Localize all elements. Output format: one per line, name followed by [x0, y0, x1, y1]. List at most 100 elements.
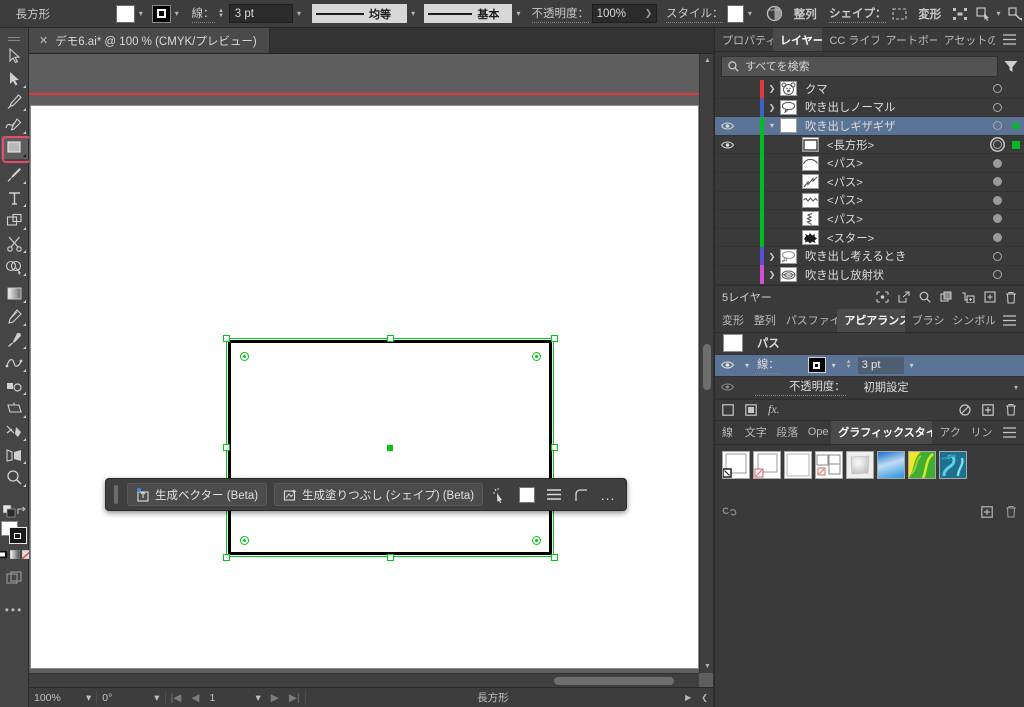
curvature-tool[interactable] — [1, 113, 28, 136]
corner-radius-icon[interactable] — [571, 483, 591, 506]
delete-style-icon[interactable] — [1005, 505, 1017, 518]
layer-target-indicator[interactable] — [986, 177, 1008, 186]
perspective-grid-tool[interactable] — [1, 443, 28, 466]
layer-name-label[interactable]: <パス> — [819, 155, 986, 171]
corner-widget-bottom-left[interactable] — [240, 536, 249, 545]
layers-list[interactable]: ❯クマ❯吹き出しノーマル▾吹き出しギザギザ<長方形><パス><パス><パス><パ… — [715, 80, 1024, 285]
selection-handle-top-center[interactable] — [387, 335, 394, 342]
selection-handle-bottom-right[interactable] — [551, 554, 558, 561]
canvas-horizontal-scrollbar[interactable] — [29, 673, 699, 687]
new-layer-icon[interactable] — [984, 291, 996, 303]
layer-name-label[interactable]: 吹き出し考えるとき — [797, 248, 986, 264]
more-options-icon[interactable]: ... — [598, 483, 618, 506]
chevron-down-icon[interactable]: ▾ — [739, 361, 755, 370]
layer-target-indicator[interactable] — [986, 121, 1008, 130]
tab-cc-libraries[interactable]: CC ライブ — [822, 28, 878, 51]
graphic-styles-grid[interactable] — [715, 445, 1024, 479]
stroke-weight-chevron-down-icon[interactable]: ▾ — [904, 361, 920, 370]
layer-row[interactable]: ❯クマ — [715, 80, 1024, 99]
next-artboard-icon[interactable]: ▶ — [266, 688, 284, 707]
stroke-swatch-chevron-down-icon[interactable]: ▾ — [171, 5, 183, 23]
last-artboard-icon[interactable]: ▶| — [284, 688, 305, 707]
layer-row[interactable]: ❯吹き出し放射状 — [715, 266, 1024, 285]
visibility-eye-icon[interactable] — [715, 121, 740, 131]
gradient-tool[interactable] — [1, 282, 28, 305]
chevron-right-icon[interactable]: ❯ — [764, 252, 780, 261]
selection-handle-middle-left[interactable] — [223, 444, 230, 451]
free-transform-tool[interactable] — [1, 209, 28, 232]
locate-object-icon[interactable] — [876, 291, 889, 303]
zoom-chevron-down-icon[interactable]: ▾ — [81, 688, 96, 707]
swap-fill-stroke-icon[interactable] — [16, 506, 27, 517]
visibility-eye-icon[interactable] — [715, 382, 739, 392]
graphic-styles-panel-menu-icon[interactable] — [995, 421, 1024, 444]
chevron-right-icon[interactable]: ❯ — [764, 84, 780, 93]
stroke-weight-chevron-down-icon[interactable]: ▾ — [293, 5, 305, 23]
collect-in-new-layer-icon[interactable] — [940, 291, 952, 303]
appearance-stroke-weight-stepper[interactable]: ▲▼ — [846, 360, 856, 370]
tab-symbols[interactable]: シンボル — [945, 309, 995, 332]
document-tab[interactable]: ✕ デモ6.ai* @ 100 % (CMYK/プレビュー) — [29, 28, 270, 53]
rectangle-tool[interactable] — [1, 136, 28, 159]
status-menu-icon[interactable]: ▶ — [680, 688, 696, 707]
appearance-stroke-color-swatch[interactable] — [808, 357, 826, 373]
transform-button[interactable]: 変形 — [918, 6, 941, 22]
blend-tool[interactable] — [1, 351, 28, 374]
new-style-icon[interactable] — [981, 506, 993, 518]
layers-search-input[interactable]: すべてを検索 — [721, 56, 998, 77]
tab-pathfinder[interactable]: パスファイ — [779, 309, 838, 332]
layer-name-label[interactable]: <長方形> — [819, 137, 986, 153]
shape-options-icon[interactable] — [891, 7, 908, 21]
style-chevron-down-icon[interactable]: ▾ — [744, 5, 756, 23]
selection-handle-bottom-center[interactable] — [387, 554, 394, 561]
chevron-right-icon[interactable]: ❯ — [764, 270, 780, 279]
paintbrush-tool[interactable] — [1, 163, 28, 186]
graphic-style-teal-pattern[interactable] — [939, 451, 967, 479]
corner-widget-top-left[interactable] — [240, 352, 249, 361]
magic-wand-select-icon[interactable] — [490, 483, 510, 506]
brush-definition-dropdown[interactable]: 基本 — [424, 4, 512, 23]
gradient-mode-icon[interactable] — [10, 550, 20, 559]
status-resize-grip-icon[interactable]: ❮ — [696, 688, 713, 707]
break-link-icon[interactable] — [722, 506, 737, 517]
appearance-panel-menu-icon[interactable] — [995, 309, 1024, 332]
tab-character[interactable]: 文字 — [738, 421, 770, 444]
rotate-tool[interactable] — [1, 305, 28, 328]
contextual-bar-drag-handle[interactable] — [114, 485, 118, 504]
add-effect-icon[interactable]: fx. — [768, 402, 780, 417]
layer-target-indicator[interactable] — [986, 252, 1008, 261]
layer-target-indicator[interactable] — [986, 233, 1008, 242]
selection-handle-middle-right[interactable] — [551, 444, 558, 451]
graphic-style-green-pattern[interactable] — [908, 451, 936, 479]
tab-layers[interactable]: レイヤー — [773, 28, 822, 51]
screen-mode-icon[interactable] — [1, 567, 28, 590]
layer-name-label[interactable]: 吹き出しギザギザ — [797, 118, 986, 134]
tab-artboards[interactable]: アートボー — [879, 28, 937, 51]
brush-definition-chevron-down-icon[interactable]: ▾ — [512, 5, 524, 23]
visibility-eye-icon[interactable] — [715, 140, 740, 150]
selection-handle-top-left[interactable] — [223, 335, 230, 342]
layer-row[interactable]: <パス> — [715, 192, 1024, 211]
layer-name-label[interactable]: <パス> — [819, 174, 986, 190]
isolate-selected-object-icon[interactable] — [952, 7, 968, 21]
layer-row[interactable]: <長方形> — [715, 136, 1024, 155]
layer-name-label[interactable]: <パス> — [819, 192, 986, 208]
canvas-area[interactable]: ▲ ▼ — [29, 54, 713, 687]
zoom-tool[interactable] — [1, 466, 28, 489]
stroke-options-icon[interactable] — [544, 483, 564, 506]
visibility-eye-icon[interactable] — [715, 360, 739, 370]
tab-align[interactable]: 整列 — [747, 309, 779, 332]
artboard[interactable] — [31, 106, 698, 668]
direct-selection-tool[interactable] — [1, 67, 28, 90]
chevron-right-icon[interactable]: ❯ — [764, 103, 780, 112]
tab-stroke[interactable]: 線 — [715, 421, 738, 444]
stroke-color-swatch[interactable] — [152, 5, 171, 23]
corner-widget-top-right[interactable] — [532, 352, 541, 361]
eyedropper-tool[interactable] — [1, 328, 28, 351]
tab-transform[interactable]: 変形 — [715, 309, 747, 332]
generate-vector-button[interactable]: 生成ベクター (Beta) — [127, 483, 267, 506]
scissors-tool[interactable] — [1, 232, 28, 255]
graphic-style-swatch[interactable] — [727, 5, 744, 23]
artboard-tool[interactable] — [1, 397, 28, 420]
add-new-stroke-icon[interactable] — [722, 404, 734, 416]
